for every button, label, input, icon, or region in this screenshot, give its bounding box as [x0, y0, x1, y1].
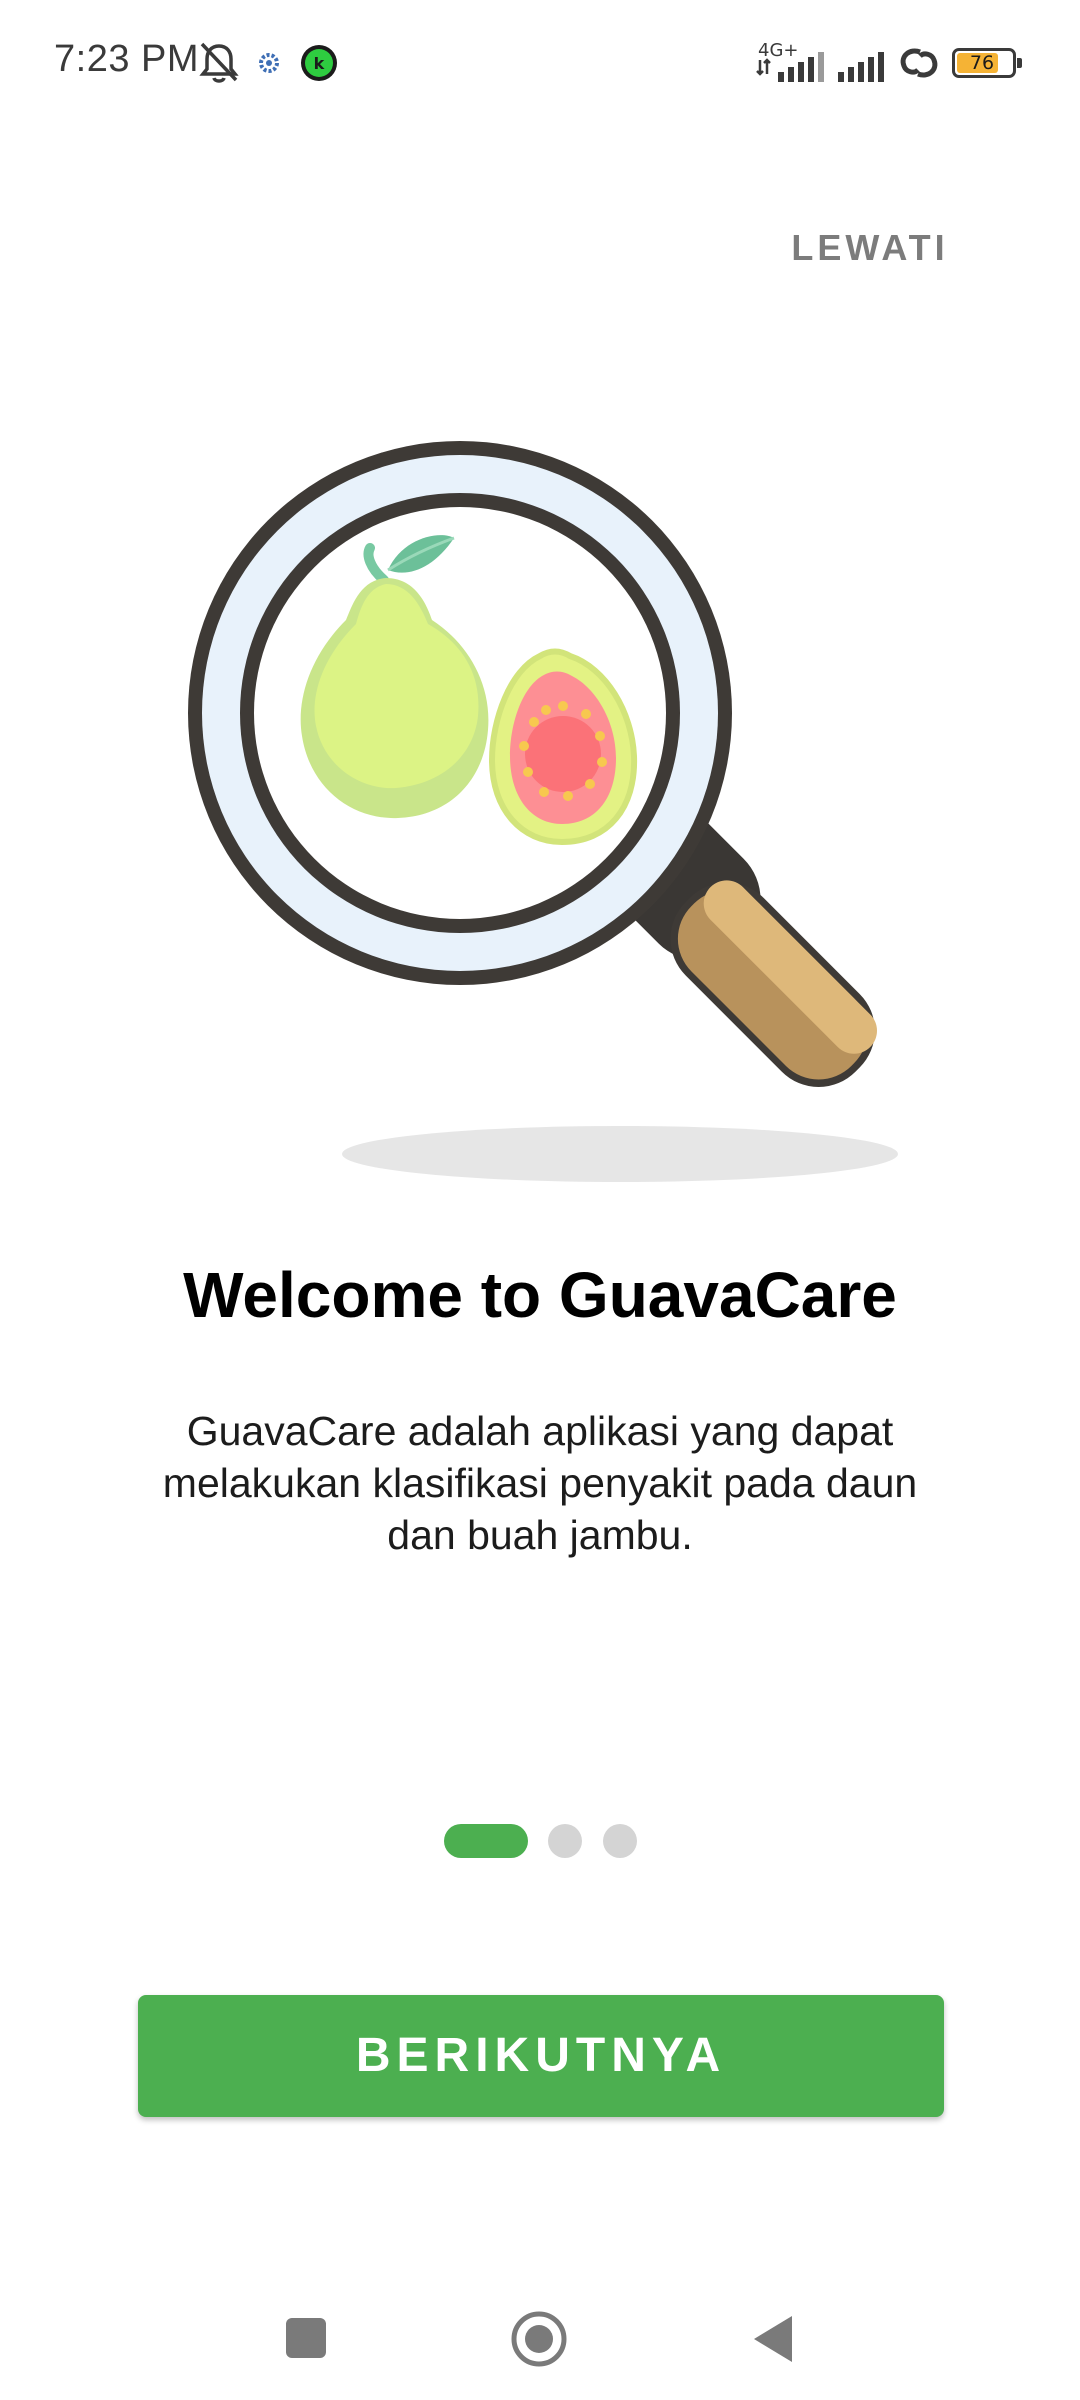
navigation-bar [0, 2280, 1080, 2400]
onboarding-screen: 7:23 PM k 4G+ 76 LEWATI Welcome to Guava… [0, 0, 1080, 2400]
skip-button[interactable]: LEWATI [770, 215, 970, 281]
status-time: 7:23 PM [54, 38, 200, 80]
battery-icon: 76 [952, 48, 1022, 78]
battery-level: 76 [969, 52, 995, 74]
k-app-icon: k [301, 45, 337, 81]
hotspot-icon [900, 48, 938, 78]
page-dot-active [444, 1824, 528, 1858]
welcome-title: Welcome to GuavaCare [183, 1259, 897, 1331]
home-circle-icon[interactable] [510, 2310, 568, 2368]
status-bar: 7:23 PM k 4G+ 76 [0, 0, 1080, 125]
recents-square-icon[interactable] [284, 2316, 328, 2360]
back-triangle-icon[interactable] [750, 2314, 794, 2364]
page-dot [548, 1824, 582, 1858]
welcome-description: GuavaCare adalah aplikasi yang dapat mel… [162, 1408, 918, 1558]
svg-text:k: k [314, 54, 325, 73]
signal-icon [756, 52, 824, 82]
page-dot [603, 1824, 637, 1858]
signal-icon [838, 52, 884, 82]
settings-gear-icon [254, 48, 284, 78]
bell-off-icon [199, 42, 239, 83]
magnifier-guava-icon [188, 441, 898, 1182]
next-button[interactable]: BERIKUTNYA [138, 1995, 944, 2117]
page-indicator [0, 1824, 1080, 1860]
